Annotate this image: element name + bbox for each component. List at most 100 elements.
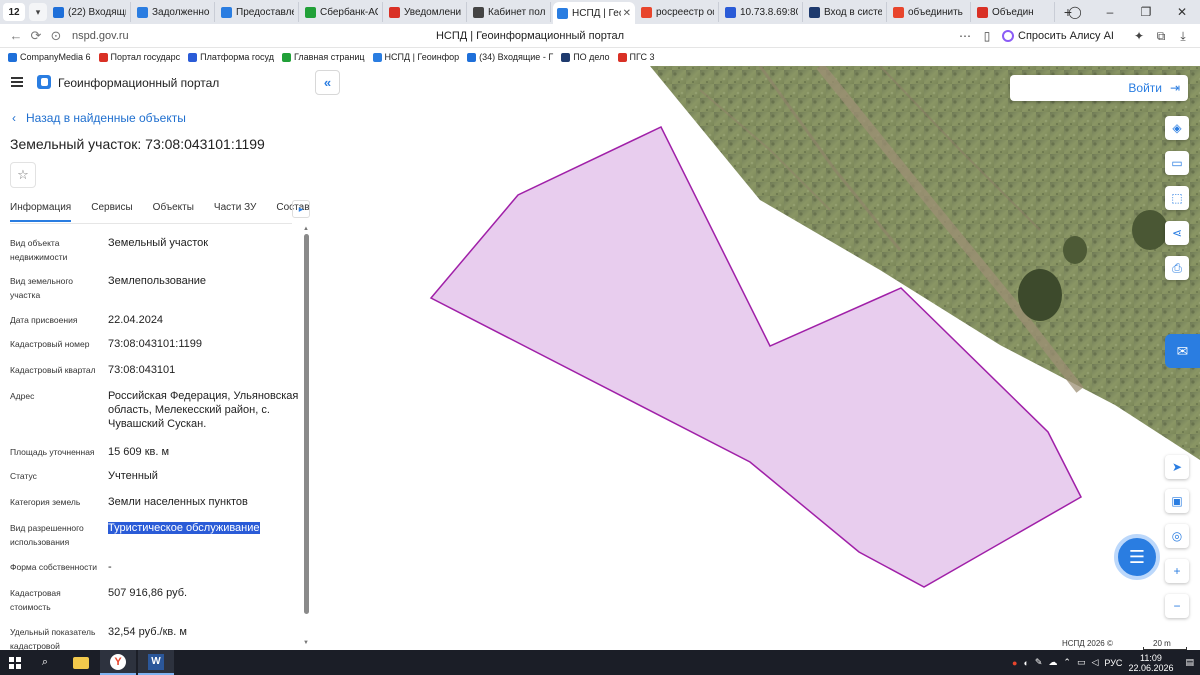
tab-parcel-parts[interactable]: Части ЗУ (214, 202, 256, 222)
login-icon[interactable]: ⇥ (1170, 81, 1180, 95)
browser-tab[interactable]: (22) Входящи (49, 2, 131, 22)
bookmark-icon[interactable]: ▯ (976, 29, 998, 43)
volume-icon[interactable]: ◁ (1091, 657, 1098, 668)
tab-services[interactable]: Сервисы (91, 202, 132, 222)
tab-count-button[interactable]: 12 (3, 3, 25, 21)
tray-expand-icon[interactable]: ⌃ (1063, 657, 1071, 668)
scroll-down-icon[interactable]: ▼ (303, 640, 309, 646)
tab-objects[interactable]: Объекты (153, 202, 194, 222)
browser-tab[interactable]: Задолженност (133, 2, 215, 22)
bookmark-item[interactable]: Портал государс (98, 52, 181, 62)
clock-date: 22.06.2026 (1128, 662, 1174, 673)
site-info-icon[interactable]: ⊙ (46, 28, 66, 44)
tab-list-chevron-icon[interactable]: ▾ (29, 3, 47, 21)
zoom-in-icon[interactable]: + (1165, 559, 1189, 583)
tab-information[interactable]: Информация (10, 202, 72, 222)
chat-assistant-icon[interactable]: ☰ (1114, 534, 1160, 580)
maximize-icon[interactable]: ❐ (1128, 0, 1164, 24)
property-key: Удельный показатель кадастровой (10, 627, 96, 650)
bookmark-item[interactable]: CompanyMedia 6 (8, 52, 91, 62)
language-indicator[interactable]: РУС (1104, 658, 1122, 668)
feedback-tab-icon[interactable]: ✉ (1165, 334, 1200, 368)
zoom-out-icon[interactable]: − (1165, 594, 1189, 618)
tab-favicon-icon (389, 6, 400, 18)
property-key: Статус (10, 471, 37, 481)
layers-icon[interactable]: ◈ (1165, 116, 1189, 140)
menu-icon[interactable] (11, 77, 23, 87)
search-icon[interactable]: ⌕ (30, 650, 60, 675)
select-area-icon[interactable]: ⬚ (1165, 186, 1189, 210)
start-button[interactable] (0, 650, 30, 675)
tray-onedrive-icon[interactable]: ☁ (1048, 657, 1057, 668)
clock[interactable]: 11:09 22.06.2026 (1128, 653, 1173, 673)
ask-alice-button[interactable]: Спросить Алису AI (1002, 30, 1114, 42)
browser-tab-strip: 12 ▾ (22) Входящи Задолженност Предоставле… (0, 0, 1200, 24)
locate-me-icon[interactable]: ➤ (1165, 455, 1189, 479)
property-key: Вид земельного участка (10, 276, 74, 300)
profile-icon[interactable]: ◯ (1057, 0, 1093, 24)
share-icon[interactable]: ⋖ (1165, 221, 1189, 245)
browser-tab[interactable]: Уведомлени (385, 2, 467, 22)
close-window-icon[interactable]: ✕ (1164, 0, 1200, 24)
file-explorer-icon[interactable] (64, 650, 98, 675)
minimize-icon[interactable]: – (1092, 0, 1128, 24)
tab-label: (22) Входящи (68, 6, 126, 18)
reload-icon[interactable]: ⟳ (26, 28, 46, 44)
bookmark-item[interactable]: ПО дело (561, 52, 610, 62)
bookmark-item[interactable]: (34) Входящие - Г (467, 52, 553, 62)
notifications-icon[interactable]: ▤ (1185, 657, 1194, 668)
bookmark-item[interactable]: Платформа госуд (188, 52, 274, 62)
browser-tab[interactable]: 10.73.8.69:800 (721, 2, 803, 22)
tree-clump (1063, 236, 1087, 264)
back-to-results-link[interactable]: ‹ Назад в найденные объекты (12, 111, 186, 125)
ask-alice-label: Спросить Алису AI (1018, 30, 1114, 42)
bookmark-item[interactable]: Главная страниц (281, 52, 365, 62)
scroll-up-icon[interactable]: ▲ (303, 226, 309, 232)
property-key: Адрес (10, 391, 35, 401)
extensions-icon[interactable]: ✦ (1128, 29, 1150, 43)
tab-label: НСПД | Гео (572, 7, 621, 19)
search-map-icon[interactable]: ◎ (1165, 524, 1189, 548)
bookmark-label: Портал государс (110, 52, 181, 62)
bookmark-item[interactable]: ПГС 3 (617, 52, 654, 62)
tray-app-icon[interactable]: ● (1012, 658, 1017, 668)
downloads-icon[interactable]: ⧉ (1150, 29, 1172, 44)
browser-tab[interactable]: Вход в систе (805, 2, 887, 22)
panel-scrollbar[interactable] (304, 234, 309, 614)
collapse-panel-button[interactable]: « (315, 70, 340, 95)
tab-label: Задолженност (152, 6, 210, 18)
browser-tab[interactable]: Объедин (973, 2, 1055, 22)
browser-tab[interactable]: Предоставле (217, 2, 299, 22)
tabs-next-chevron-icon[interactable]: ▸ (292, 200, 310, 218)
browser-tabs: (22) Входящи Задолженност Предоставле Сберб… (47, 0, 1055, 24)
browser-tab[interactable]: объединить г (889, 2, 971, 22)
map-canvas[interactable] (314, 66, 1200, 650)
download-arrow-icon[interactable]: ⤓ (1172, 29, 1194, 44)
basemap-icon[interactable]: ▣ (1165, 489, 1189, 513)
more-options-icon[interactable]: ⋯ (954, 29, 976, 43)
info-tabs: Информация Сервисы Объекты Части ЗУ Сост… (10, 202, 310, 222)
tray-pen-icon[interactable]: ✎ (1035, 657, 1043, 668)
browser-tab[interactable]: Кабинет поль (469, 2, 551, 22)
login-button[interactable]: Войти (1128, 81, 1162, 95)
bookmark-item[interactable]: НСПД | Геоинфор (372, 52, 459, 62)
property-value: 15 609 кв. м (108, 446, 170, 458)
word-icon[interactable]: W (138, 650, 174, 675)
yandex-browser-icon[interactable]: Y (100, 650, 136, 675)
tray-app-icon[interactable]: ◐ (1023, 658, 1028, 668)
tab-label: Кабинет поль (488, 6, 546, 18)
back-arrow-icon[interactable]: ← (6, 28, 26, 43)
property-key: Дата присвоения (10, 315, 78, 325)
browser-tab[interactable]: Сбербанк-АС (301, 2, 383, 22)
ruler-icon[interactable]: ▭ (1165, 151, 1189, 175)
print-icon[interactable]: ⎙ (1165, 256, 1189, 280)
bookmark-favicon-icon (617, 52, 627, 62)
close-tab-icon[interactable]: ✕ (623, 8, 631, 19)
browser-tab-active[interactable]: НСПД | Гео ✕ (553, 2, 635, 24)
property-key: Категория земель (10, 497, 81, 507)
browser-tab[interactable]: росреестр оф (637, 2, 719, 22)
tab-label: росреестр оф (656, 6, 714, 18)
favorite-star-icon[interactable]: ☆ (10, 162, 36, 188)
windows-logo-icon (9, 656, 21, 669)
network-icon[interactable]: ▭ (1077, 657, 1086, 668)
